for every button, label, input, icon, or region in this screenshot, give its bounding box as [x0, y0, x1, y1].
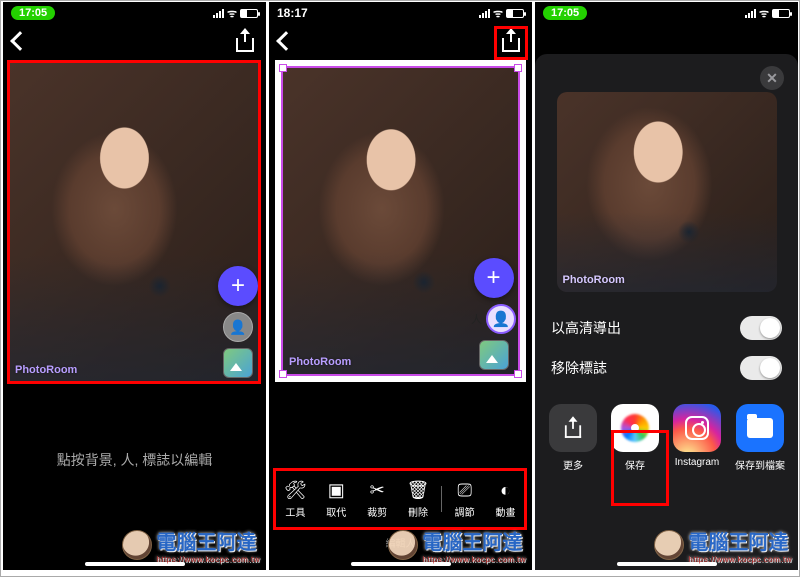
status-right: ᯤ: [213, 6, 258, 21]
wifi-icon: ᯤ: [227, 6, 237, 21]
tool-animate[interactable]: ◐ 動畫: [487, 479, 523, 519]
edit-toolbar: 🛠 工具 ▣ 取代 ✂ 裁剪 🗑 刪除 ⎚ 調節 ◐ 動畫: [275, 472, 526, 526]
status-right: ᯤ: [479, 6, 524, 21]
battery-icon: [772, 9, 790, 18]
share-save-photos[interactable]: 保存: [611, 404, 659, 472]
share-files[interactable]: 保存到檔案: [735, 404, 785, 472]
screen-preview: 17:05 ᯤ PhotoRoom + 👤 點按背景, 人, 標誌以編輯: [3, 2, 266, 570]
nav-bar: [3, 24, 266, 58]
portrait-photo: [557, 92, 777, 292]
wifi-icon: ᯤ: [759, 6, 769, 21]
site-watermark: 電腦王阿達 https://www.kocpc.com.tw: [122, 526, 260, 564]
selection-handle[interactable]: [514, 64, 522, 72]
toolbar-separator: [441, 486, 442, 512]
add-layer-button[interactable]: +: [218, 266, 258, 306]
battery-icon: [506, 9, 524, 18]
selection-handle[interactable]: [279, 64, 287, 72]
folder-icon: [747, 418, 773, 438]
floating-tools: + 人 👤: [471, 258, 516, 370]
floating-tools: + 👤: [218, 266, 258, 378]
status-bar: 18:17 ᯤ: [269, 2, 532, 24]
app-watermark: PhotoRoom: [563, 274, 625, 286]
screen-editor: 18:17 ᯤ PhotoRoom + 人: [269, 2, 532, 570]
share-targets: 更多 保存 Instagram: [535, 394, 798, 482]
export-options: 以高清導出 移除標誌: [535, 302, 798, 394]
screen-share: 17:05 ᯤ ✕ PhotoRoom 以高清導出 移除標誌: [535, 2, 798, 570]
person-layer-button[interactable]: 👤: [486, 304, 516, 334]
battery-icon: [240, 9, 258, 18]
scissors-icon: ✂: [366, 479, 388, 501]
background-layer-button[interactable]: [479, 340, 509, 370]
person-layer-label: 人: [471, 311, 482, 327]
instagram-icon: [685, 416, 709, 440]
tools-icon: 🛠: [284, 479, 306, 501]
signal-icon: [479, 9, 490, 18]
status-time: 17:05: [11, 6, 55, 20]
photo-canvas-selected[interactable]: PhotoRoom + 人 👤: [281, 66, 520, 376]
app-watermark: PhotoRoom: [15, 364, 77, 376]
status-right: ᯤ: [745, 6, 790, 21]
add-layer-button[interactable]: +: [474, 258, 514, 298]
signal-icon: [745, 9, 756, 18]
person-layer-button[interactable]: 👤: [223, 312, 253, 342]
status-bar: 17:05 ᯤ: [535, 2, 798, 24]
tool-adjust[interactable]: ⎚ 調節: [447, 479, 483, 519]
hint-text: 點按背景, 人, 標誌以編輯: [3, 450, 266, 470]
share-preview: PhotoRoom: [557, 92, 777, 292]
share-button[interactable]: [234, 30, 256, 52]
tool-replace[interactable]: ▣ 取代: [318, 479, 354, 519]
replace-icon: ▣: [325, 479, 347, 501]
close-button[interactable]: ✕: [760, 66, 784, 90]
back-button[interactable]: [10, 31, 30, 51]
photos-icon: [621, 414, 649, 442]
status-bar: 17:05 ᯤ: [3, 2, 266, 24]
trash-icon: 🗑: [407, 479, 429, 501]
status-time: 17:05: [543, 6, 587, 20]
tool-crop[interactable]: ✂ 裁剪: [359, 479, 395, 519]
share-sheet: ✕ PhotoRoom 以高清導出 移除標誌: [535, 54, 798, 570]
wifi-icon: ᯤ: [493, 6, 503, 21]
site-watermark: 電腦王阿達 https://www.kocpc.com.tw: [654, 526, 792, 564]
app-watermark: PhotoRoom: [289, 356, 351, 368]
share-button[interactable]: [500, 30, 522, 52]
toggle-remove-logo[interactable]: [740, 356, 782, 380]
animate-icon: ◐: [494, 479, 516, 501]
nav-bar: [269, 24, 532, 58]
site-watermark: 電腦王阿達 https://www.kocpc.com.tw: [388, 526, 526, 564]
sliders-icon: ⎚: [454, 479, 476, 501]
share-instagram[interactable]: Instagram: [673, 404, 721, 472]
background-layer-button[interactable]: [223, 348, 253, 378]
toggle-hd[interactable]: [740, 316, 782, 340]
share-more[interactable]: 更多: [549, 404, 597, 472]
avatar-icon: [388, 530, 418, 560]
selection-handle[interactable]: [279, 370, 287, 378]
tool-delete[interactable]: 🗑 刪除: [400, 479, 436, 519]
share-icon: [563, 418, 583, 438]
option-remove-logo[interactable]: 移除標誌: [551, 348, 782, 388]
tool-tools[interactable]: 🛠 工具: [277, 479, 313, 519]
status-time: 18:17: [277, 6, 308, 20]
avatar-icon: [654, 530, 684, 560]
signal-icon: [213, 9, 224, 18]
option-hd-export[interactable]: 以高清導出: [551, 308, 782, 348]
avatar-icon: [122, 530, 152, 560]
selection-handle[interactable]: [514, 370, 522, 378]
photo-canvas[interactable]: PhotoRoom + 👤: [9, 62, 260, 382]
back-button[interactable]: [276, 31, 296, 51]
